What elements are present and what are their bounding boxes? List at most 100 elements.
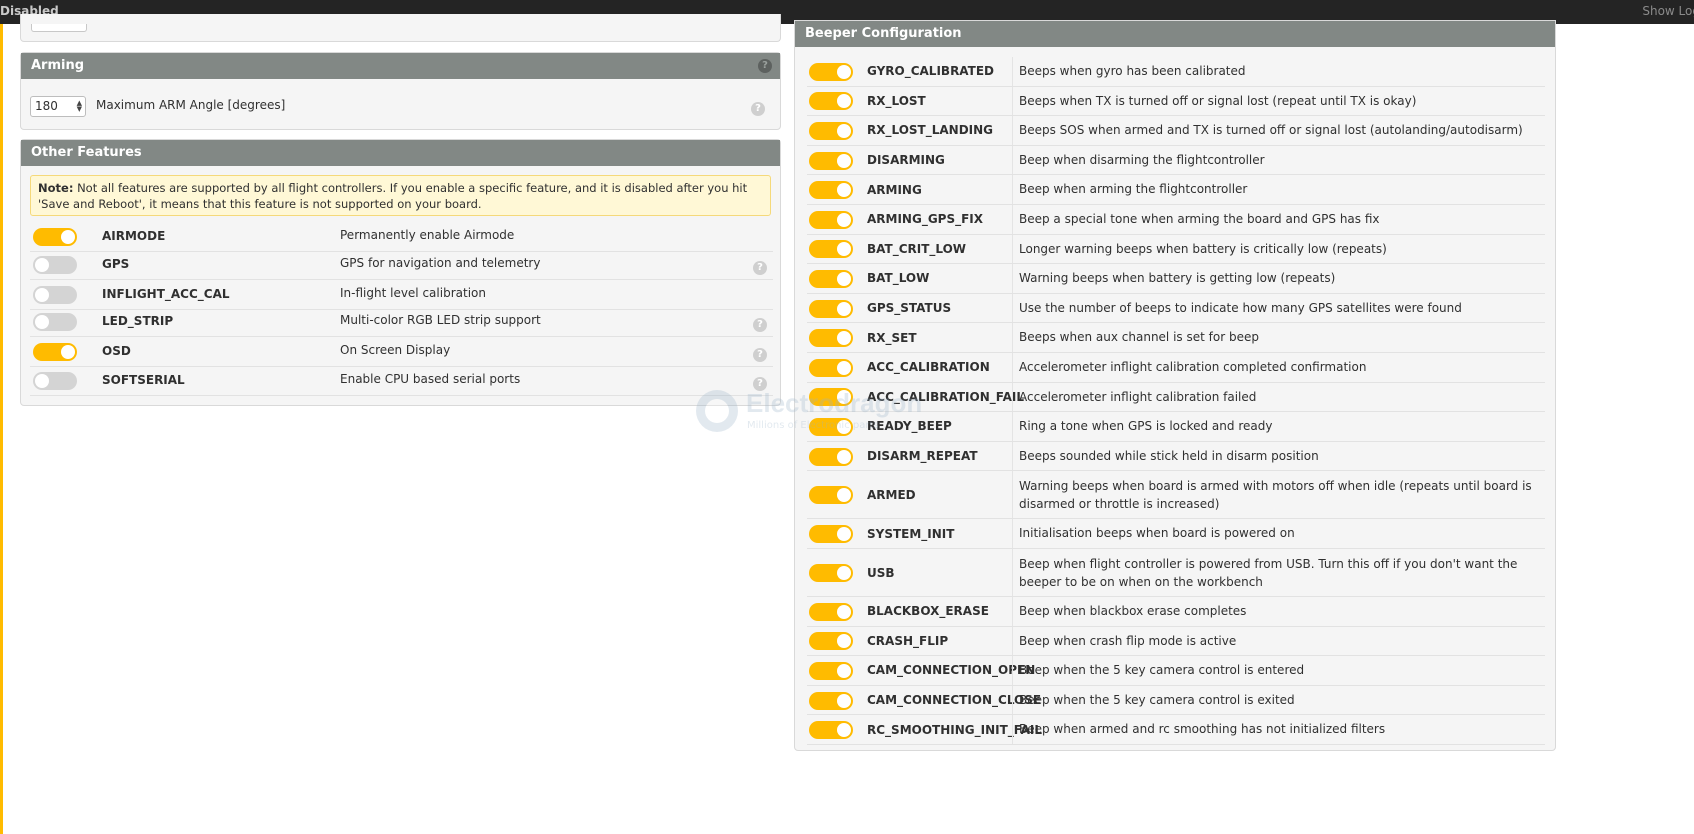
beeper-name: CRASH_FLIP (867, 633, 949, 648)
beeper-toggle-rx_set[interactable] (809, 329, 853, 348)
feature-name: OSD (102, 344, 131, 358)
feature-toggle-gps[interactable] (33, 256, 77, 274)
column-divider (1012, 234, 1013, 264)
feature-name: AIRMODE (102, 229, 166, 243)
max-arm-angle-input[interactable]: 180 ▲ ▼ (30, 96, 86, 117)
beeper-toggle-blackbox_erase[interactable] (809, 602, 853, 621)
help-icon[interactable]: ? (753, 261, 767, 275)
beeper-description: Beep when crash flip mode is active (1019, 633, 1237, 648)
features-note: Note: Not all features are supported by … (30, 175, 771, 216)
column-divider (1012, 597, 1013, 626)
feature-description: In-flight level calibration (340, 286, 486, 300)
column-divider (1012, 323, 1013, 352)
help-icon[interactable]: ? (758, 59, 772, 73)
beeper-name: ARMING (867, 182, 922, 197)
beeper-row: ARMED Warning beeps when board is armed w… (807, 471, 1545, 520)
beeper-name: ACC_CALIBRATION (867, 360, 990, 375)
feature-toggle-inflight_acc_cal[interactable] (33, 286, 77, 304)
beeper-row: CAM_CONNECTION_OPEN Beep when the 5 key c… (807, 656, 1545, 686)
feature-name: LED_STRIP (102, 314, 174, 328)
beeper-description: Beep when the 5 key camera control is en… (1019, 663, 1305, 678)
beeper-description: Beeps sounded while stick held in disarm… (1019, 448, 1319, 463)
beeper-name: READY_BEEP (867, 419, 952, 434)
toggle-knob (837, 449, 851, 464)
feature-row: INFLIGHT_ACC_CAL In-flight level calibrat… (30, 280, 773, 310)
beeper-name: BAT_LOW (867, 271, 930, 286)
beeper-toggle-arming[interactable] (809, 181, 853, 200)
toggle-knob (837, 419, 851, 434)
beeper-toggle-disarm_repeat[interactable] (809, 447, 853, 466)
beeper-row: ACC_CALIBRATION_FAIL Accelerometer inflig… (807, 382, 1545, 413)
beeper-toggle-rx_lost_landing[interactable] (809, 121, 853, 140)
feature-toggle-softserial[interactable] (33, 372, 77, 390)
toggle-knob (837, 604, 851, 619)
help-icon[interactable]: ? (753, 377, 767, 391)
feature-toggle-led_strip[interactable] (33, 313, 77, 331)
toggle-knob (837, 271, 851, 286)
beeper-toggle-crash_flip[interactable] (809, 632, 853, 651)
beeper-toggle-ready_beep[interactable] (809, 417, 853, 436)
beeper-name: BLACKBOX_ERASE (867, 604, 989, 619)
beeper-toggle-usb[interactable] (809, 564, 853, 582)
beeper-toggle-rx_lost[interactable] (809, 92, 853, 111)
beeper-name: RX_SET (867, 330, 917, 345)
toggle-knob (837, 488, 851, 503)
other-features-title: Other Features (31, 145, 142, 160)
feature-row: AIRMODE Permanently enable Airmode (30, 222, 773, 252)
beeper-name: GYRO_CALIBRATED (867, 64, 995, 79)
beeper-row: BAT_CRIT_LOW Longer warning beeps when ba… (807, 234, 1545, 265)
beeper-description: Beeps when gyro has been calibrated (1019, 64, 1246, 78)
beeper-toggle-cam_connection_open[interactable] (809, 661, 853, 680)
toggle-knob (837, 634, 851, 649)
beeper-description: Beep when disarming the flightcontroller (1019, 152, 1265, 167)
beeper-description: Ring a tone when GPS is locked and ready (1019, 419, 1273, 434)
beeper-toggle-acc_calibration_fail[interactable] (809, 388, 853, 407)
previous-section-input[interactable] (31, 24, 87, 32)
beeper-row: DISARMING Beep when disarming the flightc… (807, 145, 1545, 176)
column-divider (1012, 471, 1013, 519)
beeper-header: Beeper Configuration (795, 21, 1555, 47)
arming-header: Arming ? (21, 53, 780, 79)
column-divider (1012, 205, 1013, 234)
feature-toggle-osd[interactable] (33, 343, 77, 361)
help-icon[interactable]: ? (751, 102, 765, 116)
beeper-toggle-bat_crit_low[interactable] (809, 240, 853, 259)
beeper-toggle-cam_connection_close[interactable] (809, 691, 853, 710)
beeper-configuration-box: Beeper Configuration GYRO_CALIBRATED Beep… (794, 20, 1556, 751)
beeper-toggle-acc_calibration[interactable] (809, 358, 853, 377)
feature-toggle-airmode[interactable] (33, 228, 77, 246)
beeper-description: Beep when armed and rc smoothing has not… (1019, 722, 1386, 737)
note-label: Note: (38, 181, 74, 195)
beeper-toggle-bat_low[interactable] (809, 269, 853, 288)
beeper-name: DISARM_REPEAT (867, 449, 978, 464)
beeper-description: Warning beeps when battery is getting lo… (1019, 271, 1336, 286)
beeper-toggle-gyro_calibrated[interactable] (809, 62, 853, 81)
column-divider (1012, 175, 1013, 204)
help-icon[interactable]: ? (753, 318, 767, 332)
beeper-row: DISARM_REPEAT Beeps sounded while stick h… (807, 441, 1545, 472)
feature-row: LED_STRIP Multi-color RGB LED strip suppo… (30, 307, 773, 337)
column-divider (1012, 116, 1013, 145)
show-log-link[interactable]: Show Log (1642, 4, 1694, 18)
help-icon[interactable]: ? (753, 348, 767, 362)
feature-row: OSD On Screen Display? (30, 337, 773, 367)
toggle-knob (837, 242, 851, 257)
toggle-knob (837, 153, 851, 168)
column-divider (1012, 656, 1013, 685)
beeper-toggle-system_init[interactable] (809, 525, 853, 544)
spinner-arrows-icon[interactable]: ▲ ▼ (77, 100, 82, 113)
previous-section-box (20, 14, 781, 42)
toggle-knob (837, 331, 851, 346)
beeper-toggle-disarming[interactable] (809, 151, 853, 170)
beeper-name: SYSTEM_INIT (867, 526, 955, 541)
beeper-row: BLACKBOX_ERASE Beep when blackbox erase c… (807, 597, 1545, 627)
toggle-knob (35, 258, 49, 272)
beeper-toggle-rc_smoothing_init_fail[interactable] (809, 721, 853, 740)
beeper-name: ARMING_GPS_FIX (867, 212, 984, 227)
beeper-description: Beep when flight controller is powered f… (1019, 557, 1518, 589)
feature-row: SOFTSERIAL Enable CPU based serial ports? (30, 366, 773, 396)
feature-description: Multi-color RGB LED strip support (340, 313, 541, 327)
beeper-toggle-gps_status[interactable] (809, 299, 853, 318)
beeper-toggle-armed[interactable] (809, 486, 853, 505)
beeper-toggle-arming_gps_fix[interactable] (809, 210, 853, 229)
